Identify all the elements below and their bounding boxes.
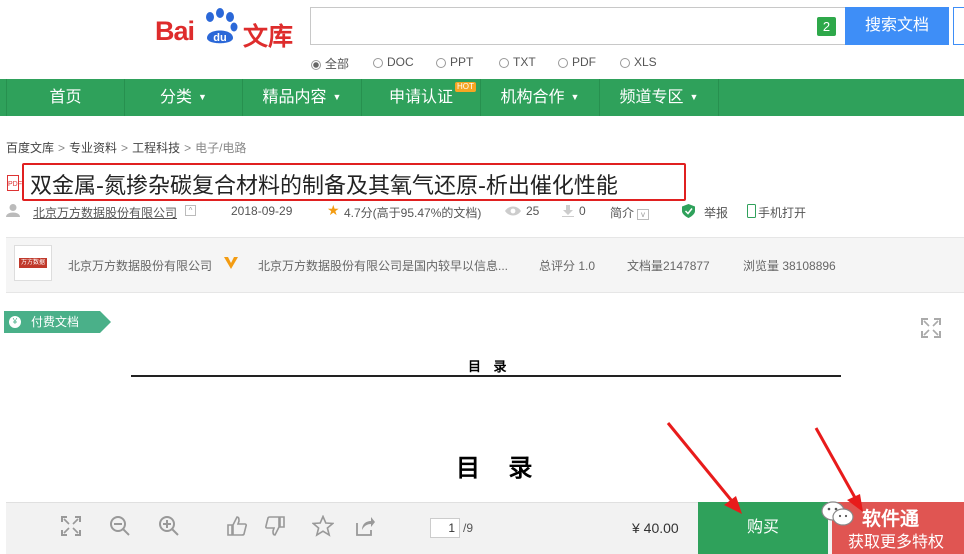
download-count: 0 bbox=[579, 204, 586, 218]
logo-text-wenku: 文库 bbox=[243, 22, 294, 51]
caret-down-icon: ▼ bbox=[570, 92, 580, 102]
publisher-logo[interactable]: 万方数据 bbox=[14, 245, 52, 281]
buy-button[interactable]: 购买 bbox=[698, 502, 828, 554]
filter-label: DOC bbox=[387, 55, 414, 69]
report-link[interactable]: 举报 bbox=[704, 204, 728, 221]
nav-label: 机构合作 bbox=[500, 89, 565, 106]
publisher-doc-count: 文档量2147877 bbox=[627, 259, 710, 273]
caret-down-icon: ▼ bbox=[198, 92, 207, 102]
watermark-text: 软件通 bbox=[862, 509, 920, 530]
filter-xls[interactable]: XLS bbox=[620, 55, 657, 69]
breadcrumb-item[interactable]: 专业资料 bbox=[69, 141, 117, 155]
mobile-open-link[interactable]: 手机打开 bbox=[758, 204, 806, 221]
radio-icon bbox=[558, 58, 568, 68]
pdf-file-icon: PDF bbox=[7, 175, 22, 191]
nav-label: 申请认证 bbox=[388, 89, 453, 106]
toc-heading-large: 目 录 bbox=[456, 454, 543, 482]
filter-label: PPT bbox=[450, 55, 474, 69]
filter-label: PDF bbox=[572, 55, 596, 69]
upload-date: 2018-09-29 bbox=[231, 204, 293, 218]
price: ¥ 40.00 bbox=[632, 520, 679, 536]
caret-down-icon: ▼ bbox=[689, 92, 699, 102]
thumbs-down-icon[interactable] bbox=[264, 515, 286, 537]
breadcrumb-item[interactable]: 电子/电路 bbox=[195, 141, 246, 155]
thumbs-up-icon[interactable] bbox=[226, 515, 248, 537]
expand-icon[interactable]: ^ bbox=[185, 205, 196, 216]
breadcrumb-item[interactable]: 百度文库 bbox=[6, 141, 54, 155]
filter-ppt[interactable]: PPT bbox=[436, 55, 473, 69]
nav-label: 首页 bbox=[49, 89, 82, 106]
radio-icon bbox=[499, 58, 509, 68]
filter-txt[interactable]: TXT bbox=[499, 55, 536, 69]
breadcrumb: 百度文库 > 专业资料 > 工程科技 > 电子/电路 bbox=[6, 141, 247, 155]
yen-coin-icon: ¥ bbox=[9, 316, 21, 328]
nav-label: 分类 bbox=[160, 89, 193, 106]
privileges-label: 获取更多特权 bbox=[848, 534, 945, 551]
radio-icon bbox=[620, 58, 630, 68]
wechat-icon bbox=[821, 501, 854, 526]
nav-label: 精品内容 bbox=[262, 89, 327, 106]
logo-paw-text: du bbox=[213, 32, 226, 44]
fullscreen-icon[interactable] bbox=[921, 318, 941, 338]
zoom-out-icon[interactable] bbox=[109, 515, 131, 537]
publisher-description: 北京万方数据股份有限公司是国内较早以信息... bbox=[258, 259, 509, 273]
logo-text-bai: Bai bbox=[155, 16, 195, 46]
search-button[interactable]: 搜索文档 bbox=[845, 7, 949, 45]
page-number-input[interactable]: 1 bbox=[430, 518, 460, 538]
nav-home[interactable]: 首页 bbox=[7, 79, 124, 116]
download-icon bbox=[562, 205, 574, 217]
toc-rule bbox=[131, 375, 841, 377]
rating-text: 4.7分(高于95.47%的文档) bbox=[344, 206, 482, 220]
baidu-wenku-logo[interactable]: Bai du 文库 bbox=[155, 8, 295, 51]
main-nav: 首页 分类 ▼ 精品内容 ▼ 申请认证 机构合作 ▼ 频道专区 ▼ bbox=[0, 79, 964, 116]
star-icon: ★ bbox=[327, 202, 340, 218]
document-title: 双金属-氮掺杂碳复合材料的制备及其氧气还原-析出催化性能 bbox=[30, 174, 618, 199]
search-input[interactable] bbox=[310, 7, 846, 45]
radio-selected-icon bbox=[311, 60, 321, 70]
page-total: /9 bbox=[463, 521, 474, 535]
nav-premium[interactable]: 精品内容 ▼ bbox=[243, 79, 361, 116]
radio-icon bbox=[373, 58, 383, 68]
filter-pdf[interactable]: PDF bbox=[558, 55, 596, 69]
publisher-name[interactable]: 北京万方数据股份有限公司 bbox=[68, 257, 212, 274]
eye-icon bbox=[505, 206, 521, 216]
shield-icon bbox=[682, 204, 695, 218]
filter-all[interactable]: 全部 bbox=[311, 55, 349, 72]
breadcrumb-item[interactable]: 工程科技 bbox=[132, 141, 180, 155]
publisher-view-count: 浏览量 38108896 bbox=[743, 259, 836, 273]
nav-channel[interactable]: 频道专区 ▼ bbox=[600, 79, 718, 116]
filter-label: TXT bbox=[513, 55, 536, 69]
star-favorite-icon[interactable] bbox=[312, 515, 334, 537]
mobile-phone-icon bbox=[747, 204, 756, 218]
intro-dropdown[interactable]: 简介 v bbox=[610, 204, 650, 221]
radio-icon bbox=[436, 58, 446, 68]
view-count: 25 bbox=[526, 204, 540, 218]
caret-down-icon: ▼ bbox=[332, 92, 342, 102]
hot-badge: HOT bbox=[455, 82, 476, 92]
filter-label: XLS bbox=[634, 55, 657, 69]
filter-doc[interactable]: DOC bbox=[373, 55, 414, 69]
uploader-link[interactable]: 北京万方数据股份有限公司 bbox=[33, 204, 177, 221]
intro-label: 简介 bbox=[610, 206, 635, 220]
nav-category[interactable]: 分类 ▼ bbox=[125, 79, 242, 116]
search-badge: 2 bbox=[817, 17, 836, 36]
paid-tag-label: 付费文档 bbox=[31, 315, 80, 329]
toc-heading-small: 目 录 bbox=[468, 360, 511, 375]
chevron-down-icon: v bbox=[637, 209, 650, 220]
search-side-button[interactable] bbox=[953, 7, 964, 45]
filter-label: 全部 bbox=[325, 57, 350, 71]
paw-icon: du bbox=[206, 8, 238, 44]
nav-label: 频道专区 bbox=[619, 89, 684, 106]
publisher-score: 总评分 1.0 bbox=[539, 259, 596, 273]
user-icon bbox=[6, 204, 20, 217]
nav-institution[interactable]: 机构合作 ▼ bbox=[481, 79, 599, 116]
zoom-in-icon[interactable] bbox=[158, 515, 180, 537]
fit-screen-icon[interactable] bbox=[60, 515, 82, 537]
share-icon[interactable] bbox=[354, 515, 376, 537]
paid-document-tag: ¥ 付费文档 bbox=[4, 311, 111, 333]
verified-v-icon bbox=[224, 257, 238, 269]
